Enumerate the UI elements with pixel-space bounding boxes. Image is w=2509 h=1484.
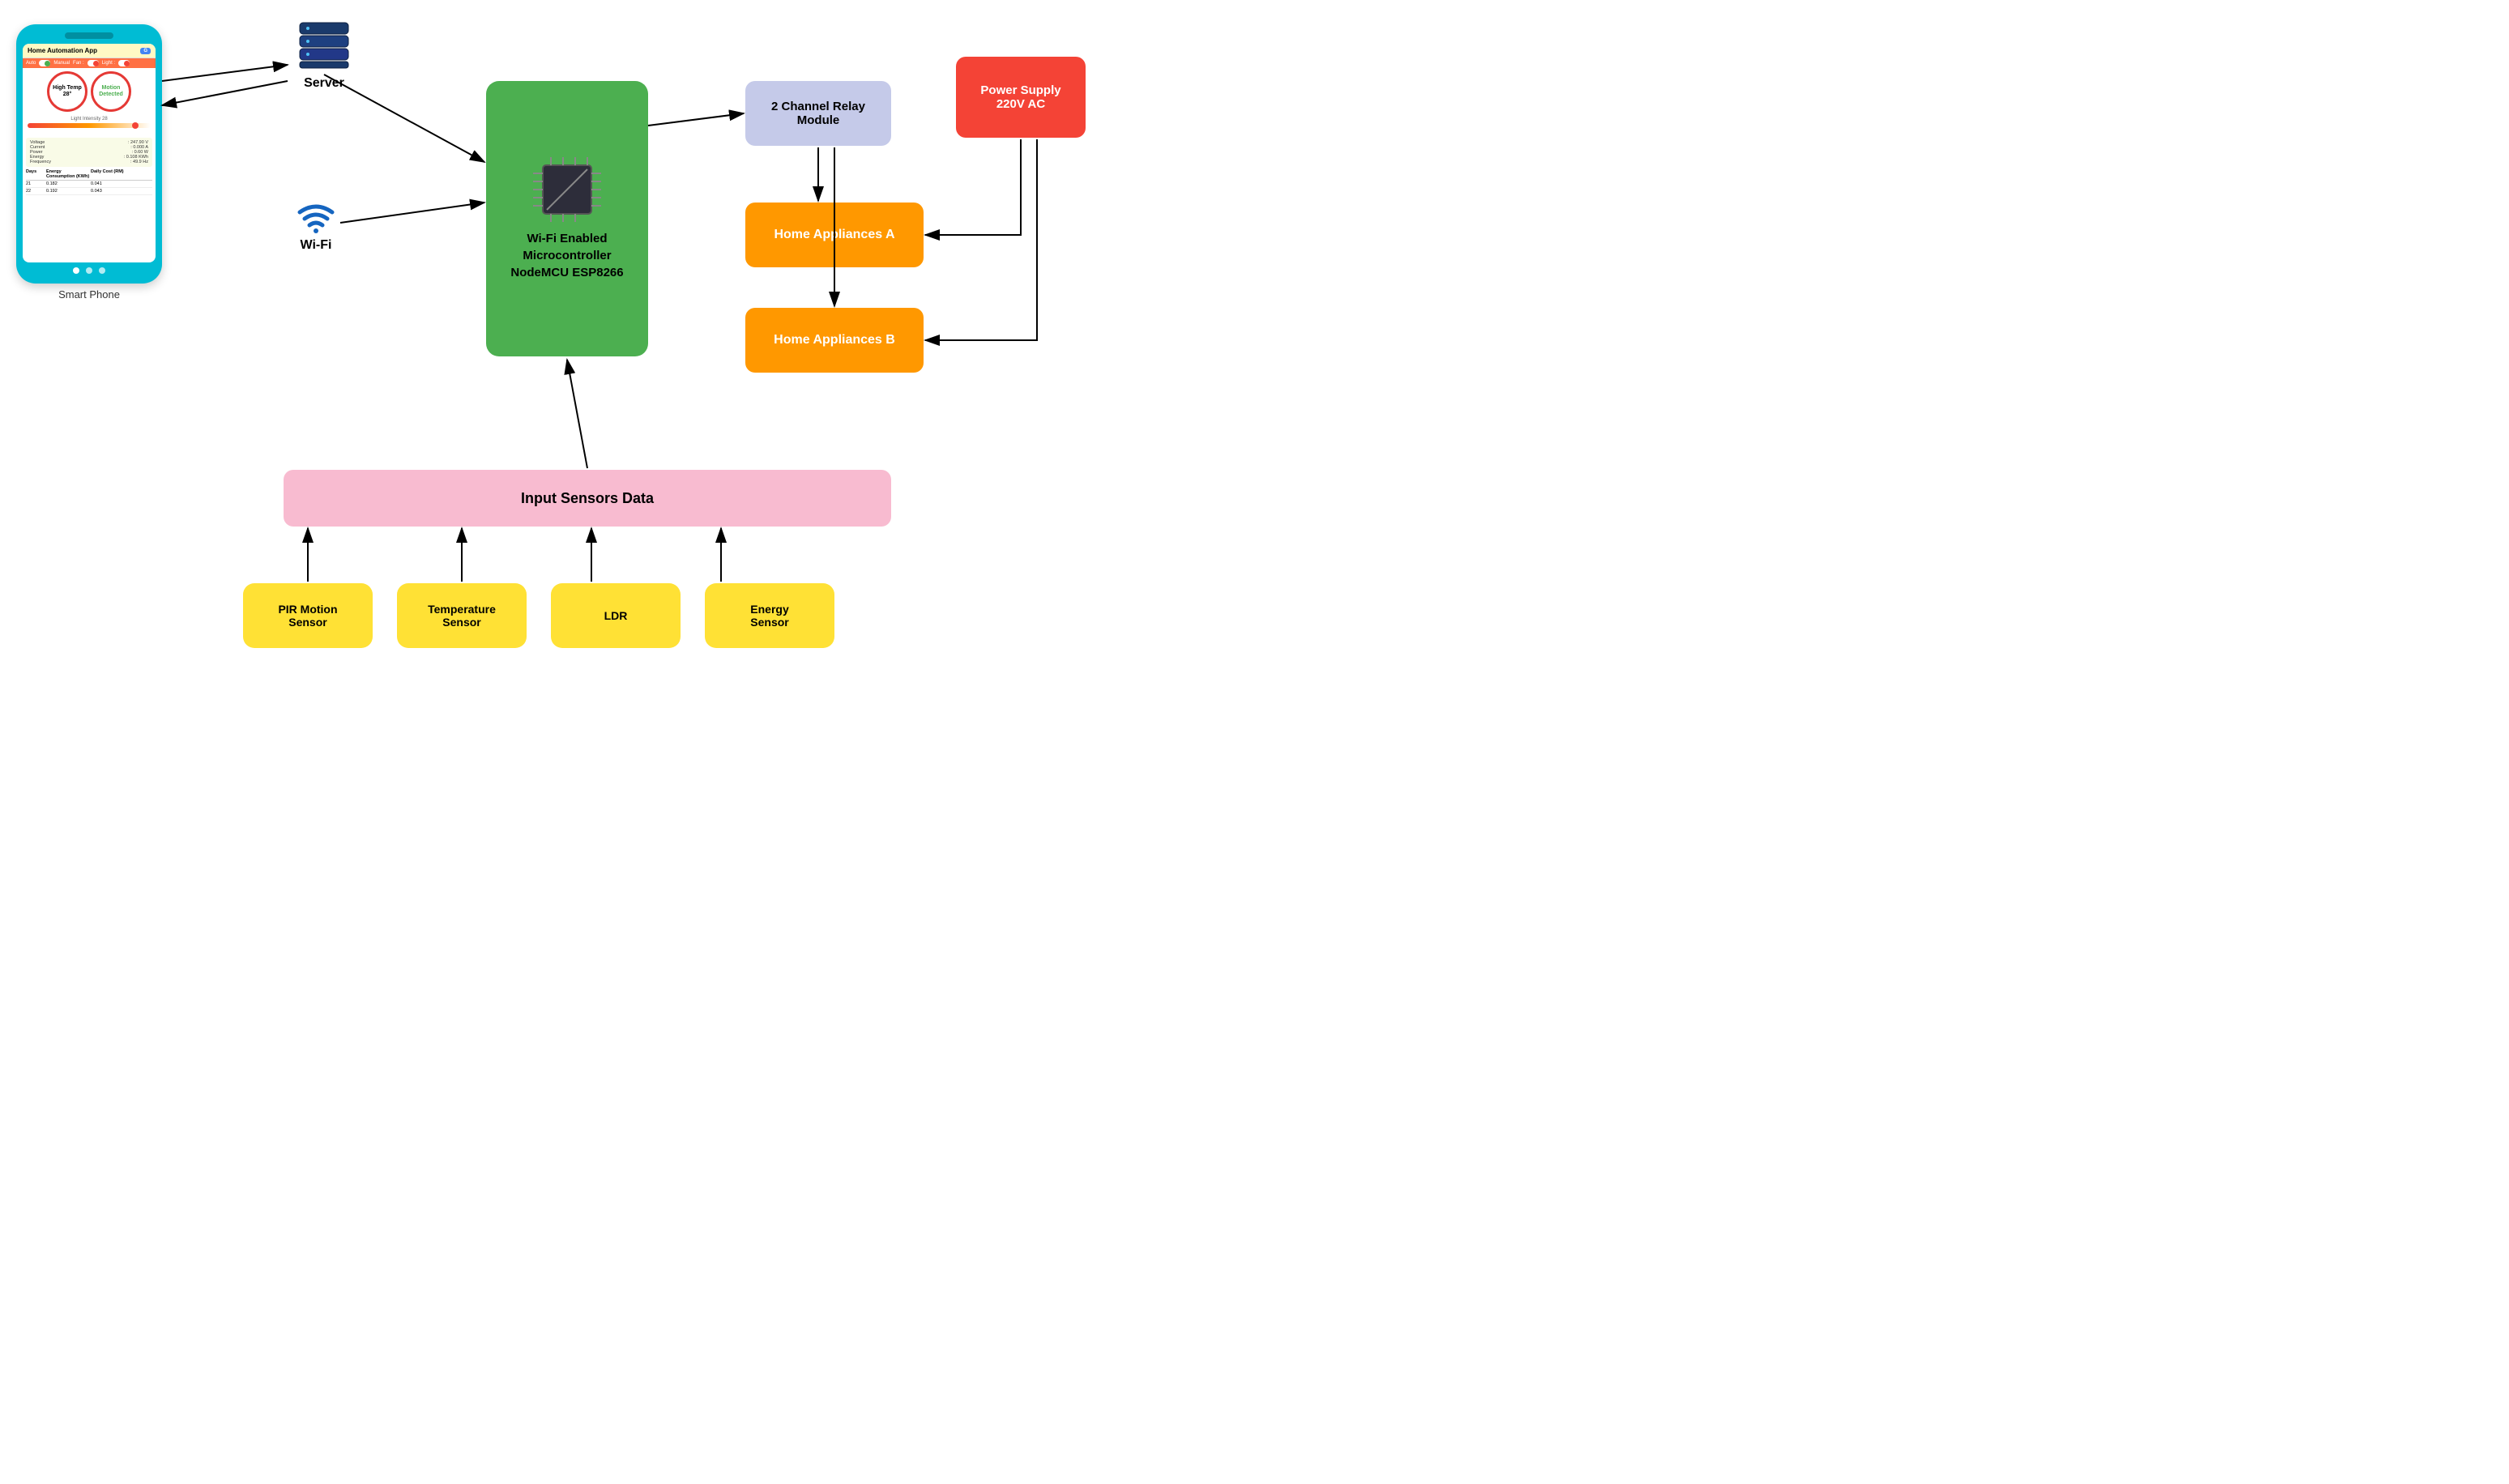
light-toggle[interactable] xyxy=(118,60,130,66)
energy-sensor-box: EnergySensor xyxy=(705,583,834,648)
wifi-icon xyxy=(292,194,340,235)
table-row: 21 0.182 0.041 xyxy=(26,181,152,188)
energy-sensor-label: EnergySensor xyxy=(750,603,788,629)
temp-sensor-box: TemperatureSensor xyxy=(397,583,527,648)
phone-label: Smart Phone xyxy=(58,288,120,301)
ldr-label: LDR xyxy=(604,609,628,622)
temp-sensor-label: TemperatureSensor xyxy=(428,603,496,629)
phone: Home Automation App G Auto Manual Fan : … xyxy=(16,24,162,284)
server-icon xyxy=(292,16,356,73)
temp-circle: High Temp28° xyxy=(47,71,87,112)
appliance-b-label: Home Appliances B xyxy=(774,333,895,348)
dot-1 xyxy=(73,267,79,274)
appliance-a-label: Home Appliances A xyxy=(774,228,894,242)
relay-box: 2 Channel Relay Module xyxy=(745,81,891,146)
light-bar-container: Light Intensity 28 xyxy=(23,115,156,136)
diagram: Home Automation App G Auto Manual Fan : … xyxy=(0,0,1254,742)
auto-toggle[interactable] xyxy=(39,60,50,66)
sensor-circles: High Temp28° MotionDetected xyxy=(23,68,156,115)
auto-label: Auto xyxy=(26,61,36,66)
mcu-chip-icon xyxy=(527,157,608,222)
input-sensors-box: Input Sensors Data xyxy=(284,470,891,527)
appliance-b-box: Home Appliances B xyxy=(745,308,924,373)
server-box: Server xyxy=(292,16,356,91)
pir-label: PIR MotionSensor xyxy=(278,603,337,629)
fan-toggle[interactable] xyxy=(87,60,99,66)
appliance-a-box: Home Appliances A xyxy=(745,203,924,267)
mcu-box: Wi-Fi Enabled Microcontroller NodeMCU ES… xyxy=(486,81,648,356)
power-label: Power Supply 220V AC xyxy=(980,83,1060,111)
phone-screen: Home Automation App G Auto Manual Fan : … xyxy=(23,44,156,262)
phone-controls: Auto Manual Fan : Light : xyxy=(23,58,156,68)
motion-circle: MotionDetected xyxy=(91,71,131,112)
table-row: 22 0.192 0.043 xyxy=(26,188,152,195)
dot-3 xyxy=(99,267,105,274)
manual-label: Manual xyxy=(53,61,70,66)
motion-text: MotionDetected xyxy=(99,85,123,97)
phone-header: Home Automation App G xyxy=(23,44,156,58)
phone-table: Days Energy Consumption (KWh) Daily Cost… xyxy=(26,168,152,195)
fan-label: Fan : xyxy=(73,61,84,66)
server-label: Server xyxy=(304,76,344,91)
light-intensity-label: Light Intensity 28 xyxy=(70,117,107,122)
table-header: Days Energy Consumption (KWh) Daily Cost… xyxy=(26,168,152,181)
smartphone-container: Home Automation App G Auto Manual Fan : … xyxy=(16,24,162,301)
ldr-box: LDR xyxy=(551,583,681,648)
wifi-box: Wi-Fi xyxy=(292,194,340,253)
power-supply-box: Power Supply 220V AC xyxy=(956,57,1086,138)
high-temp-text: High Temp28° xyxy=(53,85,82,97)
google-button[interactable]: G xyxy=(140,48,151,54)
phone-dots xyxy=(23,267,156,274)
relay-label: 2 Channel Relay Module xyxy=(752,100,885,127)
mcu-label: Wi-Fi Enabled Microcontroller NodeMCU ES… xyxy=(510,230,623,281)
dot-2 xyxy=(86,267,92,274)
app-title: Home Automation App xyxy=(28,47,97,54)
light-label: Light : xyxy=(102,61,115,66)
data-frequency: Frequency: 49.9 Hz xyxy=(30,160,148,164)
wifi-label: Wi-Fi xyxy=(301,238,332,253)
pir-sensor-box: PIR MotionSensor xyxy=(243,583,373,648)
phone-data-values: Voltage: 247.90 V Current: 0.000 A Power… xyxy=(26,138,152,167)
phone-notch xyxy=(65,32,113,39)
input-sensors-label: Input Sensors Data xyxy=(521,490,654,507)
sensors-row: PIR MotionSensor TemperatureSensor LDR E… xyxy=(243,583,834,648)
